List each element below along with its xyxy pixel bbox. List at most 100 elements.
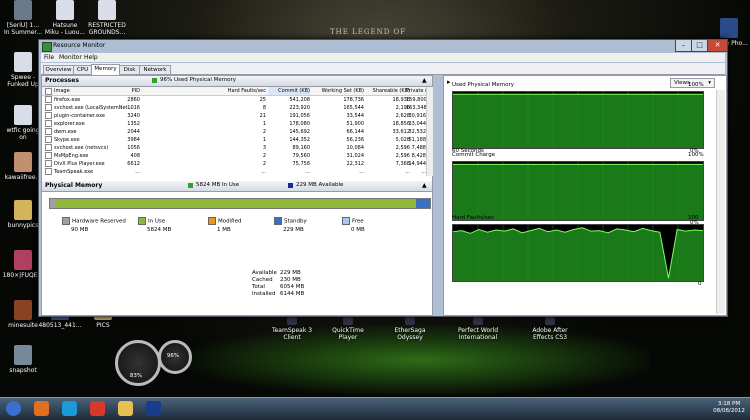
collapse-arrow-icon[interactable]: ▲ <box>422 182 427 189</box>
row-checkbox[interactable] <box>45 160 52 167</box>
stat-value: 6144 MB <box>280 291 304 298</box>
menu-bar: File Monitor Help <box>41 53 725 62</box>
tab-cpu[interactable]: CPU <box>73 65 92 74</box>
legend-value: 5824 MB <box>138 226 171 234</box>
memory-stat: Total6054 MB <box>252 284 304 291</box>
tab-network[interactable]: Network <box>139 65 171 74</box>
legend-item: Free0 MB <box>342 217 365 234</box>
physical-memory-header[interactable]: Physical Memory 5824 MB In Use 229 MB Av… <box>42 181 432 192</box>
ethersaga-icon <box>405 317 415 325</box>
clock-date: 08/08/2012 <box>712 408 746 415</box>
menu-file[interactable]: File <box>44 54 54 61</box>
row-checkbox[interactable] <box>45 120 52 127</box>
legend-label: Modified <box>218 219 241 225</box>
menu-monitor[interactable]: Monitor <box>59 54 82 61</box>
legend-value: 229 MB <box>274 226 307 234</box>
resource-monitor-icon <box>42 42 52 52</box>
row-checkbox[interactable] <box>45 104 52 111</box>
table-cell: ... <box>202 168 266 176</box>
processes-scrollbar[interactable] <box>426 87 433 176</box>
table-row[interactable]: plugin-container.exe324021191,05633,5442… <box>42 112 426 120</box>
col-private[interactable]: Private (KB) <box>406 87 426 95</box>
tab-disk[interactable]: Disk <box>119 65 140 74</box>
row-checkbox[interactable] <box>45 144 52 151</box>
table-row[interactable]: firefox.exe286025541,208178,73618,936159… <box>42 96 426 104</box>
row-checkbox[interactable] <box>45 128 52 135</box>
bunnypics-icon <box>14 200 32 220</box>
snapshot-icon <box>14 345 32 365</box>
taskbar: 3:18 PM 08/08/2012 <box>0 397 750 420</box>
select-all-checkbox[interactable] <box>45 88 52 95</box>
table-cell: ... <box>112 168 140 176</box>
photoshop-icon[interactable] <box>146 401 161 416</box>
table-cell: 2,596 <box>366 152 410 160</box>
table-cell: 163,348 <box>406 104 426 112</box>
col-shareable[interactable]: Shareable (KB) <box>366 87 410 95</box>
legend-swatch <box>62 217 70 225</box>
available-swatch <box>288 183 293 188</box>
table-cell: 1 <box>202 120 266 128</box>
restricted-grounds-shortcut[interactable]: RESTRICTEDGROUNDS... <box>84 0 130 36</box>
collapse-arrow-icon[interactable]: ▲ <box>422 77 427 84</box>
charts-scrollbar[interactable] <box>716 90 725 314</box>
table-cell: 10,084 <box>312 144 364 152</box>
ethersaga-shortcut[interactable]: EtherSagaOdyssey <box>380 317 440 341</box>
table-cell: 32,532 <box>406 128 426 136</box>
row-checkbox[interactable] <box>45 152 52 159</box>
table-row[interactable]: svchost.exe (netsvcs)1056389,16010,0842,… <box>42 144 426 152</box>
expand-arrow-icon[interactable]: ▸ <box>447 78 451 86</box>
teamspeak-shortcut[interactable]: TeamSpeak 3Client <box>262 317 322 341</box>
table-cell: 51,188 <box>406 136 426 144</box>
row-checkbox[interactable] <box>45 96 52 103</box>
folder-icon[interactable] <box>118 401 133 416</box>
table-row[interactable]: DivX Plus Player.exe6612275,75622,3127,3… <box>42 160 426 168</box>
snapshot-shortcut[interactable]: snapshot <box>0 345 46 374</box>
aftereffects-shortcut[interactable]: Adobe AfterEffects CS3 <box>520 317 580 341</box>
row-checkbox[interactable] <box>45 112 52 119</box>
table-cell: 2 <box>202 152 266 160</box>
quicktime-shortcut[interactable]: QuickTimePlayer <box>318 317 378 341</box>
start-orb-icon[interactable] <box>6 401 21 416</box>
table-cell: 2 <box>202 128 266 136</box>
hatsune-icon <box>56 0 74 20</box>
table-row[interactable]: svchost.exe (LocalSystemNet...10168223,9… <box>42 104 426 112</box>
col-pid[interactable]: PID <box>112 87 140 95</box>
row-checkbox[interactable] <box>45 136 52 143</box>
table-cell: 2044 <box>112 128 140 136</box>
processes-header[interactable]: Processes 96% Used Physical Memory ▲ <box>42 76 432 87</box>
col-image[interactable]: Image <box>54 87 70 95</box>
hatsune-shortcut[interactable]: HatsuneMiku - Luou... <box>42 0 88 36</box>
tab-strip: Overview CPU Memory Disk Network <box>41 63 725 75</box>
stat-value: 230 MB <box>280 277 301 284</box>
title-bar[interactable]: Resource Monitor – □ ✕ <box>39 40 727 52</box>
table-cell: 191,056 <box>268 112 310 120</box>
table-row[interactable]: Skype.exe39841144,35256,2365,02851,188 <box>42 136 426 144</box>
resource-monitor-window: Resource Monitor – □ ✕ File Monitor Help… <box>38 39 728 317</box>
seriously-icon <box>14 0 32 20</box>
series-area <box>453 228 703 281</box>
seriously-shortcut[interactable]: [SeriU] 1...In Summer... <box>0 0 46 36</box>
table-row[interactable]: TeamSpeak.exe.................. <box>42 168 426 176</box>
desktop-icon-label: PICS <box>80 322 126 329</box>
row-checkbox[interactable] <box>45 168 52 175</box>
memory-usage-bar <box>49 198 431 209</box>
system-clock[interactable]: 3:18 PM 08/08/2012 <box>712 401 746 415</box>
perfectworld-shortcut[interactable]: Perfect WorldInternational <box>448 317 508 341</box>
tab-memory[interactable]: Memory <box>91 64 120 75</box>
table-row[interactable]: MsMpEng.exe408279,56031,0242,5968,428 <box>42 152 426 160</box>
tab-overview[interactable]: Overview <box>43 65 74 74</box>
minimize-button[interactable]: – <box>675 40 692 52</box>
col-hard-faults[interactable]: Hard Faults/sec <box>202 87 266 95</box>
skype-icon[interactable] <box>62 401 77 416</box>
legend-swatch <box>208 217 216 225</box>
col-working-set[interactable]: Working Set (KB) <box>312 87 364 95</box>
col-commit[interactable]: Commit (KB) <box>268 87 310 95</box>
quicktime-icon <box>343 317 353 325</box>
table-row[interactable]: explorer.exe13521178,08051,90018,85633,0… <box>42 120 426 128</box>
close-button[interactable]: ✕ <box>707 40 728 52</box>
chrome-icon[interactable] <box>90 401 105 416</box>
table-row[interactable]: dwm.exe20442145,69266,14433,61232,532 <box>42 128 426 136</box>
maximize-button[interactable]: □ <box>691 40 708 52</box>
firefox-icon[interactable] <box>34 401 49 416</box>
menu-help[interactable]: Help <box>84 54 98 61</box>
